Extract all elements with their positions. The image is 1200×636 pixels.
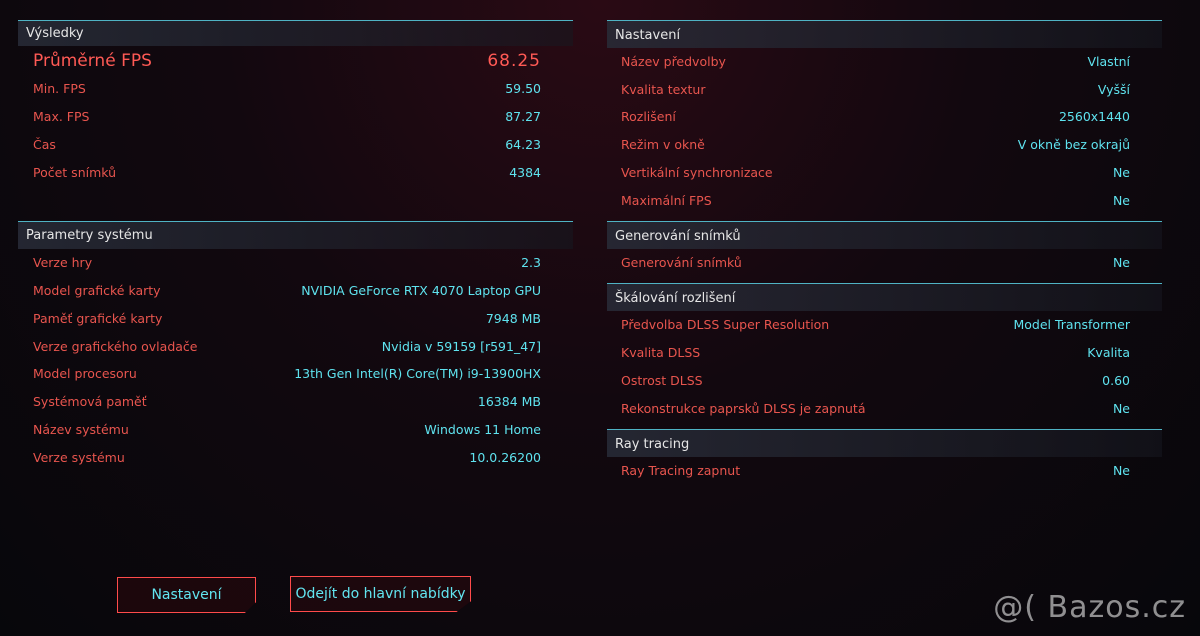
scaling-row-label: Rekonstrukce paprsků DLSS je zapnutá [621, 401, 866, 416]
system-row-value: Nvidia v 59159 [r591_47] [381, 339, 541, 354]
ray-tracing-row-label: Ray Tracing zapnut [621, 463, 741, 478]
settings-row: Název předvolby Vlastní [621, 52, 1130, 72]
scaling-row-label: Ostrost DLSS [621, 373, 703, 388]
settings-row-value: Ne [1112, 165, 1130, 180]
frame-gen-row: Generování snímků Ne [621, 253, 1130, 273]
settings-row-value: V okně bez okrajů [1017, 137, 1130, 152]
scaling-header: Škálování rozlišení [607, 283, 1162, 311]
system-row: Paměť grafické karty 7948 MB [33, 309, 541, 329]
results-row: Min. FPS 59.50 [33, 79, 541, 99]
system-row: Systémová paměť 16384 MB [33, 392, 541, 412]
system-title: Parametry systému [26, 228, 153, 243]
scaling-row-value: 0.60 [1102, 373, 1130, 388]
results-row: Max. FPS 87.27 [33, 107, 541, 127]
system-row-value: 16384 MB [477, 394, 541, 409]
avg-fps-label: Průměrné FPS [33, 51, 152, 71]
system-row-value: 13th Gen Intel(R) Core(TM) i9-13900HX [294, 366, 541, 381]
results-header: Výsledky [18, 20, 573, 46]
settings-row-value: 2560x1440 [1058, 109, 1130, 124]
watermark: @( Bazos.cz [993, 590, 1186, 625]
results-row-value: 87.27 [505, 109, 541, 124]
results-row-value: 4384 [509, 165, 541, 180]
system-row: Model grafické karty NVIDIA GeForce RTX … [33, 281, 541, 301]
ray-tracing-row: Ray Tracing zapnut Ne [621, 461, 1130, 481]
settings-header: Nastavení [607, 20, 1162, 48]
settings-row-value: Vyšší [1097, 82, 1130, 97]
system-row-label: Verze hry [33, 255, 93, 270]
results-row-value: 64.23 [505, 137, 541, 152]
ray-tracing-header: Ray tracing [607, 429, 1162, 457]
avg-fps-row: Průměrné FPS 68.25 [33, 51, 541, 71]
system-row-value: 2.3 [521, 255, 541, 270]
settings-row-label: Kvalita textur [621, 82, 706, 97]
scaling-row-value: Model Transformer [1013, 317, 1130, 332]
results-row-label: Max. FPS [33, 109, 90, 124]
settings-row-label: Rozlišení [621, 109, 676, 124]
system-row-label: Verze systému [33, 450, 125, 465]
settings-row: Rozlišení 2560x1440 [621, 107, 1130, 127]
settings-row: Režim v okně V okně bez okrajů [621, 135, 1130, 155]
settings-row-label: Režim v okně [621, 137, 705, 152]
ray-tracing-title: Ray tracing [615, 437, 690, 452]
system-row-value: Windows 11 Home [424, 422, 541, 437]
results-row-value: 59.50 [505, 81, 541, 96]
system-row-label: Verze grafického ovladače [33, 339, 198, 354]
frame-gen-row-value: Ne [1112, 255, 1130, 270]
results-row: Čas 64.23 [33, 135, 541, 155]
settings-row-label: Vertikální synchronizace [621, 165, 773, 180]
settings-row: Vertikální synchronizace Ne [621, 163, 1130, 183]
settings-row: Kvalita textur Vyšší [621, 80, 1130, 100]
scaling-row-label: Kvalita DLSS [621, 345, 701, 360]
system-row-label: Model grafické karty [33, 283, 161, 298]
scaling-row: Předvolba DLSS Super Resolution Model Tr… [621, 315, 1130, 335]
system-header: Parametry systému [18, 221, 573, 249]
frame-gen-header: Generování snímků [607, 221, 1162, 249]
settings-row-label: Název předvolby [621, 54, 726, 69]
system-row: Verze systému 10.0.26200 [33, 448, 541, 468]
scaling-row: Kvalita DLSS Kvalita [621, 343, 1130, 363]
results-row-label: Čas [33, 137, 56, 152]
system-row: Model procesoru 13th Gen Intel(R) Core(T… [33, 364, 541, 384]
results-row: Počet snímků 4384 [33, 163, 541, 183]
settings-button[interactable]: Nastavení [117, 577, 256, 613]
system-row-label: Systémová paměť [33, 394, 147, 409]
scaling-title: Škálování rozlišení [615, 291, 736, 306]
system-row-label: Paměť grafické karty [33, 311, 163, 326]
results-title: Výsledky [26, 26, 84, 41]
main-menu-button[interactable]: Odejít do hlavní nabídky [290, 576, 471, 612]
scaling-row: Rekonstrukce paprsků DLSS je zapnutá Ne [621, 399, 1130, 419]
system-row: Verze grafického ovladače Nvidia v 59159… [33, 337, 541, 357]
scaling-row-value: Kvalita [1087, 345, 1130, 360]
system-row-label: Model procesoru [33, 366, 137, 381]
system-row-label: Název systému [33, 422, 129, 437]
scaling-row: Ostrost DLSS 0.60 [621, 371, 1130, 391]
settings-title: Nastavení [615, 28, 681, 43]
settings-row-label: Maximální FPS [621, 193, 712, 208]
system-row: Verze hry 2.3 [33, 253, 541, 273]
settings-row-value: Ne [1112, 193, 1130, 208]
system-row: Název systému Windows 11 Home [33, 420, 541, 440]
frame-gen-row-label: Generování snímků [621, 255, 742, 270]
results-row-label: Počet snímků [33, 165, 117, 180]
ray-tracing-row-value: Ne [1112, 463, 1130, 478]
settings-row-value: Vlastní [1087, 54, 1131, 69]
results-row-label: Min. FPS [33, 81, 86, 96]
system-row-value: 10.0.26200 [469, 450, 541, 465]
settings-row: Maximální FPS Ne [621, 191, 1130, 211]
system-row-value: NVIDIA GeForce RTX 4070 Laptop GPU [301, 283, 541, 298]
frame-gen-title: Generování snímků [615, 229, 741, 244]
avg-fps-value: 68.25 [487, 51, 541, 71]
scaling-row-value: Ne [1112, 401, 1130, 416]
scaling-row-label: Předvolba DLSS Super Resolution [621, 317, 830, 332]
system-row-value: 7948 MB [485, 311, 541, 326]
